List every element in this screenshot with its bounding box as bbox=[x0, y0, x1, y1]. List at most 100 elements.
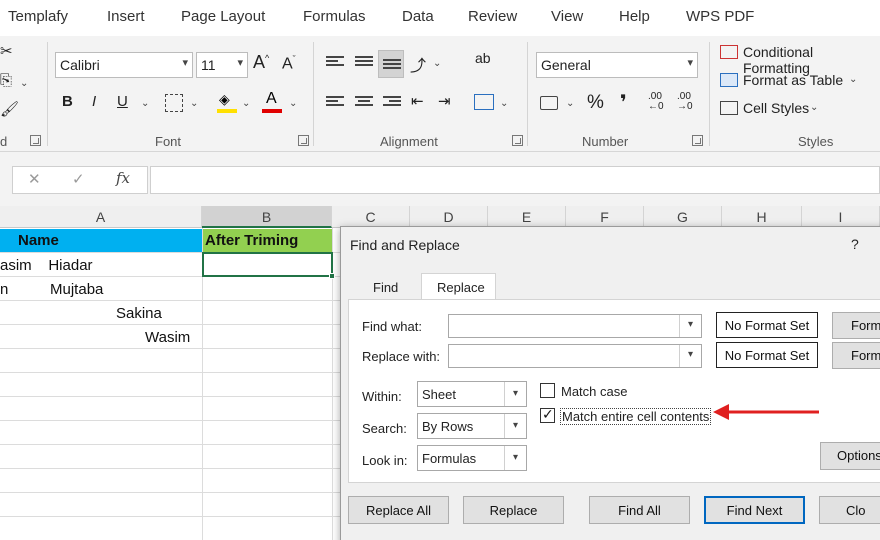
number-format-value: General bbox=[541, 57, 591, 73]
font-launcher-icon[interactable] bbox=[298, 135, 309, 146]
italic-button[interactable]: I bbox=[92, 93, 96, 110]
align-top-icon[interactable] bbox=[326, 56, 344, 70]
close-button[interactable]: Clo bbox=[819, 496, 880, 524]
orientation-icon[interactable]: ⤴ bbox=[410, 52, 426, 76]
align-bottom-icon bbox=[383, 59, 401, 73]
cell-styles-icon[interactable] bbox=[720, 101, 738, 115]
column-header-i[interactable]: I bbox=[802, 206, 880, 228]
replace-with-input[interactable]: ▾ bbox=[448, 344, 702, 368]
find-all-button[interactable]: Find All bbox=[589, 496, 690, 524]
look-in-select[interactable]: Formulas ▾ bbox=[417, 445, 527, 471]
chevron-down-icon[interactable]: ⌄ bbox=[242, 98, 250, 109]
replace-format-button[interactable]: Form bbox=[832, 342, 880, 369]
column-header-f[interactable]: F bbox=[566, 206, 644, 228]
chevron-down-icon[interactable]: ⌄ bbox=[849, 74, 857, 85]
find-what-input[interactable]: ▾ bbox=[448, 314, 702, 338]
format-painter-icon[interactable]: 🖌 bbox=[0, 100, 19, 118]
replace-button[interactable]: Replace bbox=[463, 496, 564, 524]
insert-function-icon[interactable]: fx bbox=[116, 169, 130, 187]
borders-icon[interactable] bbox=[165, 94, 183, 112]
tab-templafy[interactable]: Templafy bbox=[8, 8, 68, 25]
chevron-down-icon[interactable]: ⌄ bbox=[141, 98, 149, 109]
options-button[interactable]: Options bbox=[820, 442, 880, 470]
cancel-icon[interactable]: ✕ bbox=[28, 170, 41, 188]
tab-view[interactable]: View bbox=[551, 8, 583, 25]
column-header-c[interactable]: C bbox=[332, 206, 410, 228]
align-left-icon[interactable] bbox=[326, 96, 344, 110]
bold-button[interactable]: B bbox=[62, 93, 73, 110]
column-header-h[interactable]: H bbox=[722, 206, 802, 228]
align-right-icon[interactable] bbox=[383, 96, 401, 110]
font-family-select[interactable]: Calibri ▾ bbox=[55, 52, 193, 78]
find-next-button[interactable]: Find Next bbox=[704, 496, 805, 524]
conditional-formatting-icon[interactable] bbox=[720, 45, 738, 59]
find-format-button[interactable]: Form bbox=[832, 312, 880, 339]
chevron-down-icon[interactable]: ⌄ bbox=[500, 98, 508, 109]
tab-replace[interactable]: Replace bbox=[421, 273, 496, 300]
replace-all-button[interactable]: Replace All bbox=[348, 496, 449, 524]
tab-help[interactable]: Help bbox=[619, 8, 650, 25]
align-bottom-button[interactable] bbox=[378, 50, 404, 78]
red-arrow-annotation bbox=[713, 404, 819, 420]
tab-page-layout[interactable]: Page Layout bbox=[181, 8, 265, 25]
decrease-decimal-icon[interactable]: .00 →0 bbox=[677, 92, 693, 112]
cell-styles-button[interactable]: Cell Styles bbox=[743, 100, 809, 116]
clipboard-launcher-icon[interactable] bbox=[30, 135, 41, 146]
chevron-down-icon[interactable]: ⌄ bbox=[566, 98, 574, 109]
chevron-down-icon[interactable]: ⌄ bbox=[190, 98, 198, 109]
align-middle-icon[interactable] bbox=[355, 56, 373, 70]
align-center-icon[interactable] bbox=[355, 96, 373, 110]
tab-formulas[interactable]: Formulas bbox=[303, 8, 366, 25]
font-size-select[interactable]: 11 ▾ bbox=[196, 52, 248, 78]
number-format-select[interactable]: General ▾ bbox=[536, 52, 698, 78]
comma-style-button[interactable]: ❜ bbox=[620, 90, 627, 115]
chevron-down-icon[interactable]: ⌄ bbox=[810, 102, 818, 113]
increase-decimal-icon[interactable]: .00 ←0 bbox=[648, 92, 664, 112]
percent-button[interactable]: % bbox=[587, 92, 604, 114]
format-as-table-icon[interactable] bbox=[720, 73, 738, 87]
tab-review[interactable]: Review bbox=[468, 8, 517, 25]
selected-cell-b2[interactable] bbox=[202, 252, 333, 277]
column-header-d[interactable]: D bbox=[410, 206, 488, 228]
alignment-launcher-icon[interactable] bbox=[512, 135, 523, 146]
currency-icon[interactable] bbox=[540, 96, 558, 110]
chevron-down-icon[interactable]: ⌄ bbox=[20, 78, 28, 89]
enter-icon[interactable]: ✓ bbox=[72, 170, 85, 188]
formula-input[interactable] bbox=[150, 166, 880, 194]
number-launcher-icon[interactable] bbox=[692, 135, 703, 146]
search-select[interactable]: By Rows ▾ bbox=[417, 413, 527, 439]
chevron-down-icon[interactable]: ▾ bbox=[679, 315, 701, 337]
match-entire-checkbox[interactable]: ✓ bbox=[540, 406, 555, 423]
cell-a1[interactable]: Name bbox=[0, 229, 202, 252]
column-header-g[interactable]: G bbox=[644, 206, 722, 228]
font-group-label: Font bbox=[155, 134, 182, 149]
cut-icon[interactable]: ✂ bbox=[0, 42, 13, 60]
increase-indent-icon[interactable]: ⇥ bbox=[438, 92, 451, 110]
within-select[interactable]: Sheet ▾ bbox=[417, 381, 527, 407]
column-header-b[interactable]: B bbox=[202, 206, 332, 228]
fill-handle[interactable] bbox=[329, 273, 335, 279]
chevron-down-icon[interactable]: ⌄ bbox=[433, 58, 441, 69]
format-as-table-button[interactable]: Format as Table bbox=[743, 72, 843, 88]
chevron-down-icon[interactable]: ▾ bbox=[679, 345, 701, 367]
tab-data[interactable]: Data bbox=[402, 8, 434, 25]
column-header-e[interactable]: E bbox=[488, 206, 566, 228]
tab-insert[interactable]: Insert bbox=[107, 8, 145, 25]
decrease-indent-icon[interactable]: ⇤ bbox=[411, 92, 424, 110]
column-header-a[interactable]: A bbox=[0, 206, 202, 228]
tab-wps-pdf[interactable]: WPS PDF bbox=[686, 8, 754, 25]
fill-color-swatch bbox=[217, 109, 237, 113]
merge-center-icon[interactable] bbox=[474, 94, 494, 110]
match-case-checkbox[interactable] bbox=[540, 383, 555, 398]
copy-icon[interactable]: ⎘ bbox=[0, 72, 12, 89]
underline-button[interactable]: U bbox=[117, 93, 128, 110]
help-button[interactable]: ? bbox=[851, 236, 859, 252]
chevron-down-icon[interactable]: ⌄ bbox=[289, 98, 297, 109]
fill-color-icon[interactable]: ◈ bbox=[217, 91, 237, 113]
tab-find[interactable]: Find bbox=[373, 280, 398, 295]
font-color-icon[interactable]: A bbox=[262, 90, 282, 113]
grow-font-button[interactable]: A^ bbox=[253, 52, 269, 73]
wrap-text-icon[interactable]: ab bbox=[475, 50, 491, 66]
shrink-font-button[interactable]: Aˇ bbox=[282, 54, 296, 73]
cell-b1[interactable]: After Triming bbox=[203, 229, 332, 252]
